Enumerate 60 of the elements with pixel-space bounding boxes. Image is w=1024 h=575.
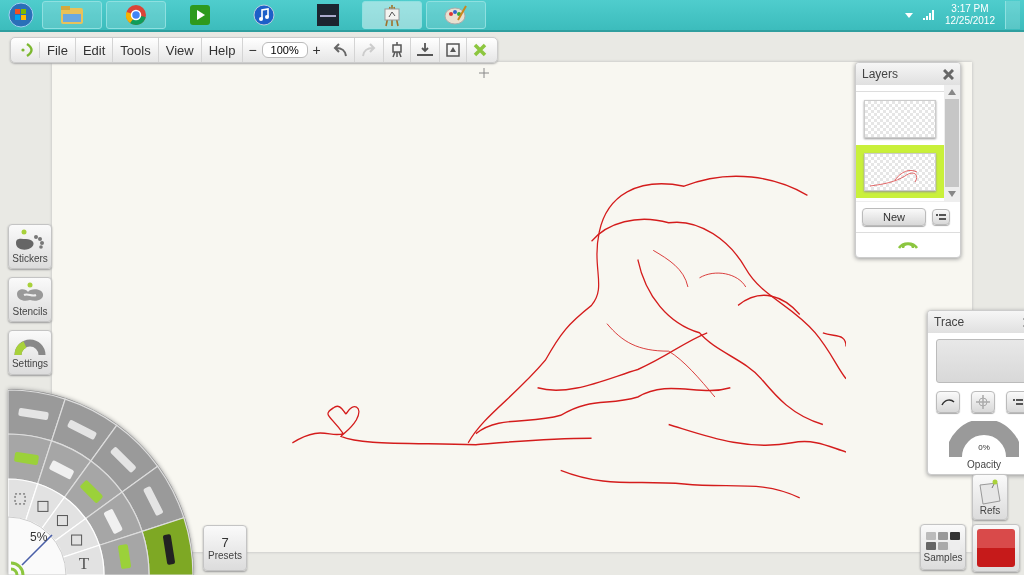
folder-icon xyxy=(60,5,84,25)
refs-button[interactable]: Refs xyxy=(972,474,1008,520)
browser-icon xyxy=(125,4,147,26)
brush-size-reading: 5% xyxy=(30,530,48,544)
panel-title: Layers xyxy=(862,67,899,81)
close-icon[interactable] xyxy=(943,68,954,80)
zoom-out-button[interactable]: − xyxy=(243,38,262,62)
easel-icon xyxy=(389,42,404,58)
scroll-down-icon[interactable] xyxy=(948,191,956,197)
clock-date: 12/25/2012 xyxy=(944,15,995,27)
scrollbar[interactable] xyxy=(944,85,960,201)
opacity-dial[interactable]: 0% Opacity xyxy=(944,421,1024,470)
layer-thumbnail xyxy=(864,152,936,191)
zoom-in-button[interactable]: + xyxy=(307,38,326,62)
dark-logo-icon xyxy=(317,4,339,26)
scroll-up-icon[interactable] xyxy=(948,89,956,95)
opacity-label: Opacity xyxy=(967,459,1001,470)
redo-arrow-icon xyxy=(360,43,377,57)
pinned-note-icon xyxy=(977,478,1003,505)
signal-icon[interactable] xyxy=(922,10,935,20)
menu-item[interactable]: File xyxy=(40,38,76,62)
undo-arrow-icon xyxy=(331,43,348,57)
footprint-icon xyxy=(14,229,46,251)
menu-item[interactable]: Edit xyxy=(75,38,114,62)
samples-button[interactable]: Samples xyxy=(920,524,966,570)
tray-arrow-icon[interactable] xyxy=(904,12,913,18)
crosshair-icon xyxy=(479,68,489,78)
side-panel-button[interactable]: Stickers xyxy=(8,224,52,269)
curve-icon xyxy=(941,398,955,406)
trace-menu-button[interactable] xyxy=(1006,391,1024,413)
list-icon xyxy=(1013,399,1023,405)
close-icon xyxy=(472,43,487,57)
presets-button[interactable]: 7 Presets xyxy=(203,525,247,571)
palette-icon xyxy=(444,4,468,26)
move-icon xyxy=(975,394,991,410)
layer-thumbnail xyxy=(864,99,936,138)
zoom-field[interactable]: 100% xyxy=(261,42,308,58)
menu-item[interactable]: Tools xyxy=(113,38,159,62)
side-panel-button[interactable]: Stencils xyxy=(8,277,52,322)
new-layer-button[interactable]: New xyxy=(862,208,926,226)
menu-item[interactable]: View xyxy=(158,38,202,62)
play-icon xyxy=(189,4,211,26)
opacity-reading: 0% xyxy=(978,443,990,452)
brush-size-dial[interactable] xyxy=(8,516,67,575)
curve-button[interactable] xyxy=(936,391,960,413)
color-picker-button[interactable] xyxy=(972,524,1020,572)
download-icon xyxy=(416,43,433,57)
layer-row[interactable] xyxy=(856,145,944,198)
wheel-collapse-icon[interactable] xyxy=(9,561,25,575)
brush-size-line xyxy=(21,534,53,566)
stencil-icon xyxy=(14,282,46,304)
side-panel-button[interactable]: Settings xyxy=(8,330,52,375)
music-note-icon xyxy=(253,4,275,26)
clock-time: 3:17 PM xyxy=(951,3,989,15)
panel-title: Trace xyxy=(934,315,965,329)
menu-item[interactable]: Help xyxy=(201,38,244,62)
move-button[interactable] xyxy=(971,391,995,413)
layer-menu-button[interactable] xyxy=(932,209,950,225)
list-icon xyxy=(936,214,946,220)
tool-slot[interactable]: T xyxy=(62,544,105,575)
